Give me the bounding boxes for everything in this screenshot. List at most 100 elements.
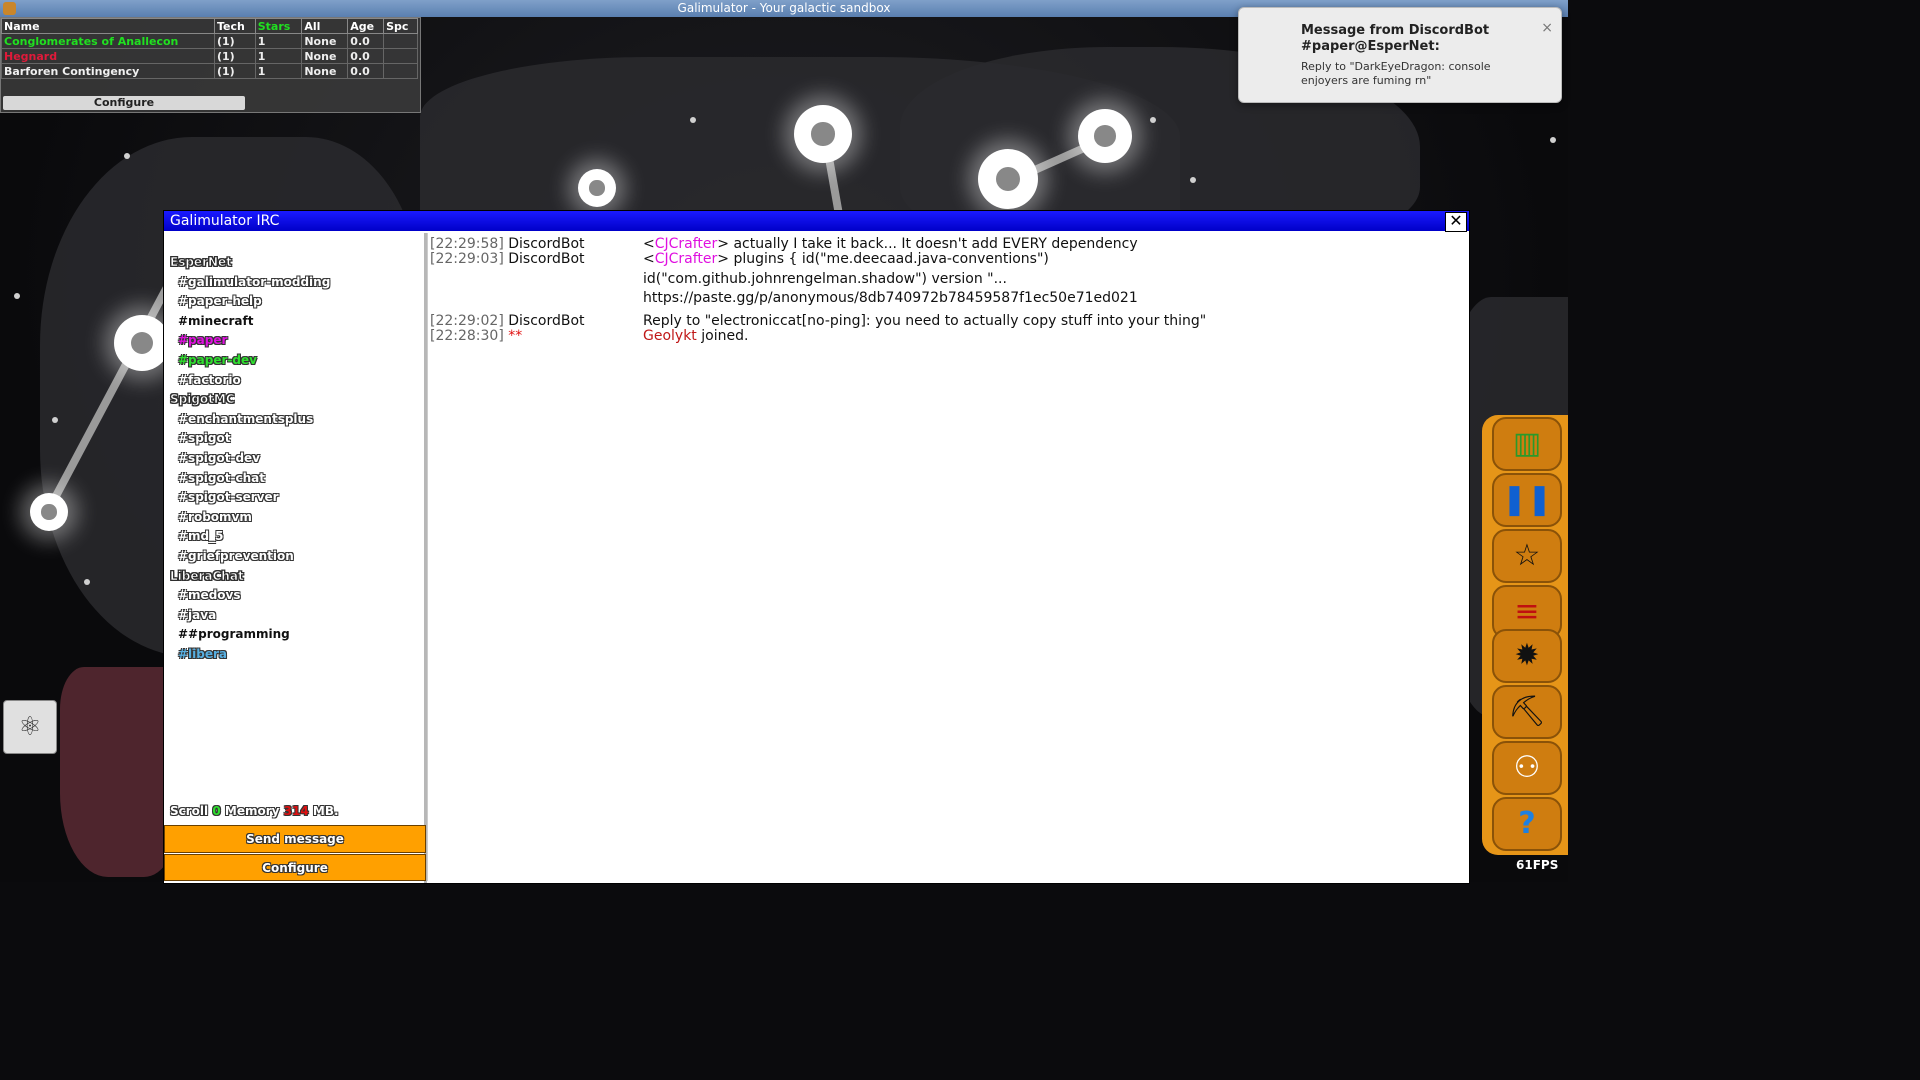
col-name[interactable]: Name <box>1 18 215 34</box>
message-text: <CJCrafter> actually I take it back... I… <box>643 237 1138 252</box>
network-header[interactable]: SpigotMC <box>170 390 330 410</box>
empire-cell-all: None <box>301 48 349 64</box>
channel-item[interactable]: #minecraft <box>170 312 330 332</box>
help-icon[interactable]: ? <box>1492 797 1562 851</box>
channel-item[interactable]: #spigot-chat <box>170 469 330 489</box>
network-header[interactable]: EsperNet <box>170 253 330 273</box>
message-sender: DiscordBot <box>508 236 585 252</box>
message-nick[interactable]: CJCrafter <box>655 251 718 267</box>
channel-item[interactable]: #spigot-server <box>170 488 330 508</box>
join-text: joined. <box>696 328 749 344</box>
empire-cell-name: Barforen Contingency <box>1 63 215 79</box>
message-line: [22:29:58] DiscordBot <box>430 237 585 252</box>
memory-value: 314 <box>283 804 309 818</box>
channel-item[interactable]: #paper <box>170 331 330 351</box>
message-line: [22:28:30] ** <box>430 329 522 344</box>
message-log[interactable]: [22:29:58] DiscordBot <CJCrafter> actual… <box>427 233 1468 881</box>
construction-icon[interactable]: ⛏ <box>1492 685 1562 739</box>
channel-item[interactable]: #galimulator-modding <box>170 273 330 293</box>
channel-item[interactable]: #medovs <box>170 586 330 606</box>
channel-item[interactable]: #griefprevention <box>170 547 330 567</box>
message-text: Reply to "electroniccat[no-ping]: you ne… <box>643 313 1207 329</box>
channel-item[interactable]: #paper-help <box>170 292 330 312</box>
irc-close-button[interactable]: ✕ <box>1445 212 1467 232</box>
empire-cell-all: None <box>301 33 349 49</box>
empire-cell-stars: 1 <box>254 63 303 79</box>
notification-close-icon[interactable]: × <box>1541 20 1553 36</box>
message-body: > actually I take it back... It doesn't … <box>717 236 1138 252</box>
empire-cell-tech: (1) <box>214 48 256 64</box>
pause-icon[interactable]: ❚❚ <box>1492 473 1562 527</box>
scroll-value: 0 <box>212 804 221 818</box>
empire-cell-name: Conglomerates of Anallecon <box>1 33 215 49</box>
message-continuation: id("com.github.johnrengelman.shadow") ve… <box>643 271 1007 287</box>
col-all[interactable]: All <box>301 18 349 34</box>
message-sender: DiscordBot <box>508 313 585 329</box>
star-node[interactable] <box>1078 109 1132 163</box>
send-message-button[interactable]: Send message <box>164 825 426 853</box>
empire-row[interactable]: Hegnard (1) 1 None 0.0 <box>1 48 418 64</box>
fps-counter: 61FPS <box>1516 858 1559 872</box>
empire-cell-age: 0.0 <box>347 48 385 64</box>
message-text: Geolykt joined. <box>643 329 748 344</box>
irc-configure-button[interactable]: Configure <box>164 854 426 881</box>
star-icon[interactable]: ☆ <box>1492 529 1562 583</box>
app-icon <box>3 2 16 15</box>
star-node[interactable] <box>978 149 1038 209</box>
status-line: Scroll 0 Memory 314 MB. <box>170 804 339 818</box>
channel-item[interactable]: #libera <box>170 645 330 665</box>
col-spc[interactable]: Spc <box>383 18 418 34</box>
irc-window: Galimulator IRC ✕ EsperNet #galimulator-m… <box>163 210 1470 884</box>
empire-cell-age: 0.0 <box>347 63 385 79</box>
network-icon[interactable]: ⚛ <box>3 700 57 754</box>
irc-titlebar: Galimulator IRC ✕ <box>164 211 1469 232</box>
message-text: <CJCrafter> plugins { id("me.deecaad.jav… <box>643 252 1049 267</box>
empire-table: Name Tech Stars All Age Spc Conglomerate… <box>1 18 418 79</box>
channel-item[interactable]: #enchantmentsplus <box>170 410 330 430</box>
empire-configure-button[interactable]: Configure <box>3 96 245 110</box>
empire-cell-tech: (1) <box>214 33 256 49</box>
notification-body: Reply to "DarkEyeDragon: console enjoyer… <box>1301 60 1491 87</box>
empire-row[interactable]: Barforen Contingency (1) 1 None 0.0 <box>1 63 418 79</box>
channel-list-panel: EsperNet #galimulator-modding #paper-help #… <box>164 233 427 883</box>
star-node[interactable] <box>30 493 68 531</box>
empire-row[interactable]: Conglomerates of Anallecon (1) 1 None 0.0 <box>1 33 418 49</box>
people-icon[interactable]: ⚇ <box>1492 741 1562 795</box>
star-node[interactable] <box>794 105 852 163</box>
col-stars[interactable]: Stars <box>254 18 303 34</box>
message-timestamp: [22:29:58] <box>430 236 504 252</box>
message-timestamp: [22:28:30] <box>430 328 504 344</box>
message-body: > plugins { id("me.deecaad.java-conventi… <box>717 251 1049 267</box>
message-line: [22:29:02] DiscordBot <box>430 314 585 329</box>
col-age[interactable]: Age <box>347 18 385 34</box>
channel-item[interactable]: ##programming <box>170 625 330 645</box>
message-timestamp: [22:29:02] <box>430 313 504 329</box>
irc-title: Galimulator IRC <box>170 213 280 229</box>
empire-cell-name: Hegnard <box>1 48 215 64</box>
channel-item[interactable]: #java <box>170 606 330 626</box>
empire-cell-stars: 1 <box>254 48 303 64</box>
channel-item[interactable]: #paper-dev <box>170 351 330 371</box>
network-header[interactable]: LiberaChat <box>170 567 330 587</box>
message-timestamp: [22:29:03] <box>430 251 504 267</box>
scroll-label: Scroll <box>170 804 209 818</box>
gear-icon[interactable]: ✹ <box>1492 629 1562 683</box>
empire-cell-stars: 1 <box>254 33 303 49</box>
notification-popup[interactable]: Message from DiscordBot #paper@EsperNet:… <box>1238 7 1562 103</box>
channel-item[interactable]: #robomvm <box>170 508 330 528</box>
book-icon[interactable]: ▥ <box>1492 417 1562 471</box>
nick-bracket: < <box>643 236 655 252</box>
channel-item[interactable]: #spigot <box>170 429 330 449</box>
star-node[interactable] <box>578 169 616 207</box>
star-node[interactable] <box>114 315 170 371</box>
channel-item[interactable]: #spigot-dev <box>170 449 330 469</box>
notification-title: Message from DiscordBot #paper@EsperNet: <box>1301 23 1490 54</box>
empire-cell-spc <box>383 63 418 79</box>
message-nick[interactable]: CJCrafter <box>655 236 718 252</box>
message-continuation[interactable]: https://paste.gg/p/anonymous/8db740972b7… <box>643 291 1138 306</box>
channel-item[interactable]: #factorio <box>170 371 330 391</box>
col-tech[interactable]: Tech <box>214 18 256 34</box>
join-nick[interactable]: Geolykt <box>643 328 697 344</box>
channel-item[interactable]: #md_5 <box>170 527 330 547</box>
empire-panel: Name Tech Stars All Age Spc Conglomerate… <box>0 17 421 113</box>
